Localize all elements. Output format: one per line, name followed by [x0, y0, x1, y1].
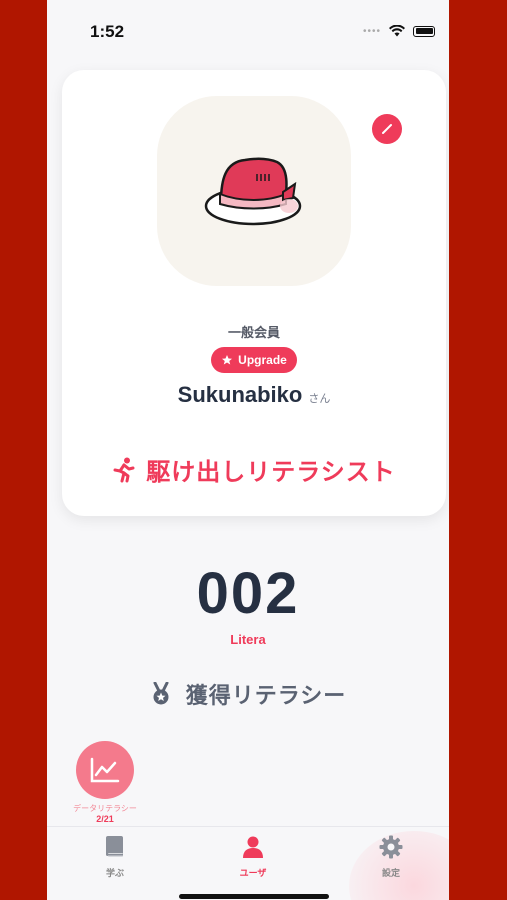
status-bar: 1:52 •••• — [47, 0, 449, 60]
medal-icon — [153, 682, 169, 705]
app-screen: 1:52 •••• 一般会員 Upgrade Sukunabiko さん 駆け出… — [47, 0, 449, 900]
litera-unit: Litera — [230, 632, 266, 647]
avatar[interactable] — [157, 96, 351, 286]
username: Sukunabiko — [177, 382, 303, 407]
edit-profile-button[interactable] — [372, 114, 402, 144]
acquired-literacy-label: 獲得リテラシー — [185, 683, 347, 708]
tab-bar: 学ぶ ユーザ 設定 — [47, 826, 449, 900]
signal-icon: •••• — [362, 25, 381, 37]
upgrade-label: Upgrade — [238, 353, 287, 367]
wifi-icon — [389, 25, 405, 37]
status-time: 1:52 — [90, 22, 125, 41]
tab-user-label: ユーザ — [239, 868, 267, 878]
device-frame — [0, 0, 46, 60]
litera-count: 002 — [196, 561, 300, 626]
battery-icon — [413, 25, 435, 37]
home-indicator — [179, 894, 329, 899]
tab-settings[interactable]: 設定 — [351, 835, 431, 879]
pencil-icon — [382, 124, 392, 134]
runner-icon — [113, 457, 135, 482]
data-literacy-fab[interactable] — [76, 741, 134, 799]
tab-settings-label: 設定 — [381, 868, 400, 878]
gear-icon — [379, 835, 403, 859]
tab-user[interactable]: ユーザ — [213, 835, 293, 879]
username-row: Sukunabiko さん — [62, 382, 446, 408]
status-icons: •••• — [363, 25, 435, 37]
membership-label: 一般会員 — [227, 325, 280, 340]
tab-learn-label: 学ぶ — [105, 868, 124, 878]
user-icon — [243, 836, 263, 858]
line-chart-icon — [90, 757, 120, 783]
upgrade-button[interactable]: Upgrade — [211, 347, 297, 373]
honorific: さん — [308, 393, 331, 405]
book-icon — [106, 836, 123, 857]
fab-label: データリテラシー — [73, 804, 137, 813]
rank-row: 駆け出しリテラシスト — [62, 452, 446, 487]
acquired-literacy-link[interactable]: 獲得リテラシー — [47, 678, 449, 710]
profile-card: 一般会員 Upgrade Sukunabiko さん 駆け出しリテラシスト — [62, 70, 446, 516]
rank-label: 駆け出しリテラシスト — [146, 459, 396, 486]
tab-learn[interactable]: 学ぶ — [75, 835, 155, 879]
star-icon — [222, 355, 233, 365]
fab-count: 2/21 — [96, 814, 114, 824]
hat-avatar-icon — [204, 157, 302, 226]
